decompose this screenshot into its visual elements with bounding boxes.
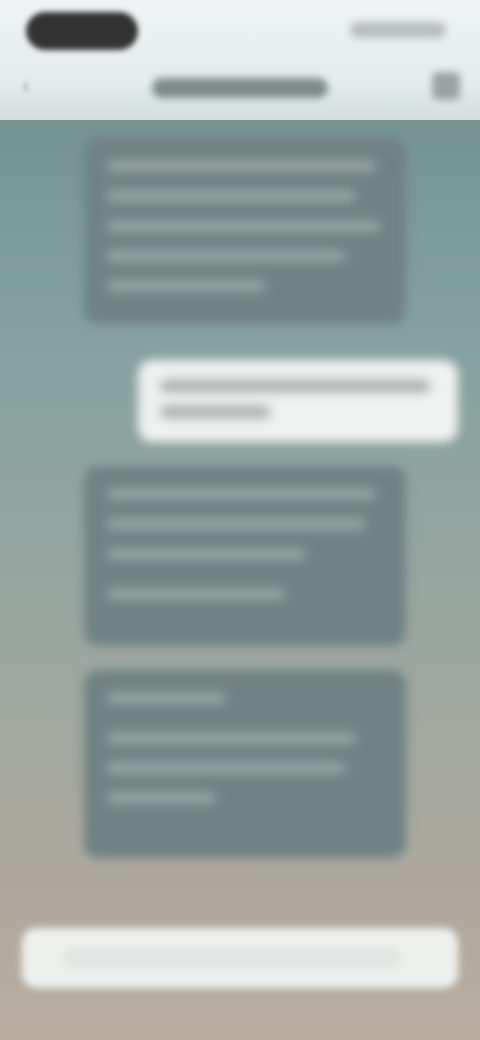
more-options-icon[interactable] — [432, 72, 460, 100]
chat-header: ‹ — [0, 0, 480, 120]
status-bar-pill — [26, 12, 138, 50]
back-arrow-icon[interactable]: ‹ — [22, 72, 46, 100]
message-bubble-incoming[interactable] — [84, 466, 406, 646]
message-bubble-outgoing[interactable] — [138, 360, 458, 442]
message-bubble-incoming[interactable] — [84, 670, 406, 858]
status-bar-indicators — [350, 22, 446, 38]
message-input[interactable] — [62, 948, 402, 968]
message-bubble-incoming[interactable] — [84, 138, 406, 324]
chat-title — [152, 78, 328, 98]
chat-screen: ‹ — [0, 0, 480, 1040]
message-composer[interactable] — [22, 928, 458, 988]
